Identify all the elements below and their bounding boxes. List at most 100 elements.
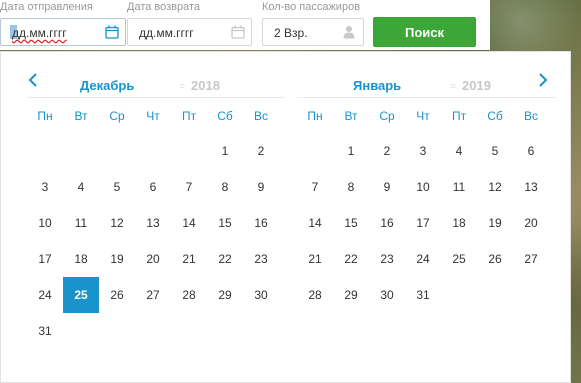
day-cell[interactable]: 27 xyxy=(513,241,549,277)
week-row: 10 11 12 13 14 15 16 xyxy=(27,205,285,241)
day-cell[interactable]: 31 xyxy=(405,277,441,313)
day-cell[interactable]: 14 xyxy=(297,205,333,241)
day-cell[interactable]: 15 xyxy=(207,205,243,241)
day-cell[interactable]: 2 xyxy=(243,133,279,169)
day-cell[interactable]: 21 xyxy=(297,241,333,277)
date-picker: Декабрь ○ 2018 Январь ○ 2019 Пн Вт Ср Чт Пт Сб В… xyxy=(0,51,571,383)
day-cell[interactable]: 23 xyxy=(243,241,279,277)
day-cell[interactable]: 20 xyxy=(135,241,171,277)
week-row: 7 8 9 10 11 12 13 xyxy=(297,169,555,205)
passengers-value: 2 Взр. xyxy=(274,26,308,40)
weekday-label: Пн xyxy=(37,109,53,123)
day-cell[interactable]: 22 xyxy=(207,241,243,277)
day-cell[interactable]: 4 xyxy=(441,133,477,169)
day-cell[interactable]: 9 xyxy=(243,169,279,205)
day-cell[interactable]: 10 xyxy=(405,169,441,205)
day-cell[interactable]: 12 xyxy=(99,205,135,241)
day-cell[interactable]: 4 xyxy=(63,169,99,205)
day-cell[interactable]: 29 xyxy=(333,277,369,313)
left-year: ○ 2018 xyxy=(179,78,220,93)
weekday-label: Вс xyxy=(523,109,538,123)
day-cell[interactable]: 3 xyxy=(27,169,63,205)
day-cell[interactable]: 17 xyxy=(27,241,63,277)
calendar-icon[interactable] xyxy=(105,25,119,39)
selected-day-cell[interactable]: 25 xyxy=(63,277,99,313)
day-cell[interactable]: 24 xyxy=(27,277,63,313)
weekday-label: Пт xyxy=(451,109,467,123)
day-cell[interactable]: 30 xyxy=(243,277,279,313)
search-bar: Дата отправления дд.мм.гггг Дата возврат… xyxy=(0,0,490,50)
day-cell[interactable]: 28 xyxy=(297,277,333,313)
left-month-grid: Пн Вт Ср Чт Пт Сб Вс 1 2 3 4 5 6 7 8 9 10 11 12 13 14 15 16 17 1… xyxy=(27,99,285,349)
calendar-icon[interactable] xyxy=(231,25,245,39)
departure-date-input[interactable]: дд.мм.гггг xyxy=(0,18,126,46)
day-cell[interactable]: 6 xyxy=(513,133,549,169)
day-cell[interactable]: 5 xyxy=(99,169,135,205)
day-cell[interactable]: 1 xyxy=(333,133,369,169)
weekday-label: Вт xyxy=(74,109,88,123)
day-cell[interactable]: 13 xyxy=(513,169,549,205)
day-cell[interactable]: 7 xyxy=(171,169,207,205)
day-cell[interactable]: 11 xyxy=(63,205,99,241)
day-cell[interactable]: 1 xyxy=(207,133,243,169)
day-cell[interactable]: 17 xyxy=(405,205,441,241)
day-cell[interactable]: 2 xyxy=(369,133,405,169)
day-cell[interactable]: 19 xyxy=(99,241,135,277)
empty-day-cell xyxy=(171,133,207,169)
chevron-left-icon[interactable] xyxy=(26,72,40,88)
day-cell[interactable]: 19 xyxy=(477,205,513,241)
weekday-label: Вт xyxy=(344,109,358,123)
left-month-title: Декабрь xyxy=(80,78,135,93)
weekday-label: Пн xyxy=(307,109,323,123)
day-cell[interactable]: 30 xyxy=(369,277,405,313)
day-cell[interactable]: 27 xyxy=(135,277,171,313)
empty-day-cell xyxy=(243,313,279,349)
day-cell[interactable]: 18 xyxy=(63,241,99,277)
day-cell[interactable]: 23 xyxy=(369,241,405,277)
day-cell[interactable]: 28 xyxy=(171,277,207,313)
day-cell[interactable]: 9 xyxy=(369,169,405,205)
day-cell[interactable]: 8 xyxy=(333,169,369,205)
weekday-label: Сб xyxy=(217,109,233,123)
right-year: ○ 2019 xyxy=(450,78,491,93)
empty-day-cell xyxy=(297,133,333,169)
week-row: 123456 xyxy=(297,133,555,169)
day-cell[interactable]: 3 xyxy=(405,133,441,169)
day-cell[interactable]: 26 xyxy=(99,277,135,313)
search-button[interactable]: Поиск xyxy=(373,17,476,47)
return-label: Дата возврата xyxy=(127,1,201,13)
year-ring-icon: ○ xyxy=(450,81,457,92)
day-cell[interactable]: 11 xyxy=(441,169,477,205)
day-cell[interactable]: 16 xyxy=(243,205,279,241)
day-cell[interactable]: 18 xyxy=(441,205,477,241)
day-cell[interactable]: 15 xyxy=(333,205,369,241)
day-cell[interactable]: 25 xyxy=(441,241,477,277)
week-row: 12 xyxy=(27,133,285,169)
weekday-label: Чт xyxy=(416,109,430,123)
day-cell[interactable]: 13 xyxy=(135,205,171,241)
weekday-label: Ср xyxy=(109,109,125,123)
day-cell[interactable]: 14 xyxy=(171,205,207,241)
day-cell[interactable]: 6 xyxy=(135,169,171,205)
day-cell[interactable]: 8 xyxy=(207,169,243,205)
passengers-select[interactable]: 2 Взр. xyxy=(262,18,364,46)
day-cell[interactable]: 22 xyxy=(333,241,369,277)
departure-label: Дата отправления xyxy=(0,1,93,13)
day-cell[interactable]: 31 xyxy=(27,313,63,349)
day-cell[interactable]: 10 xyxy=(27,205,63,241)
day-cell[interactable]: 26 xyxy=(477,241,513,277)
day-cell[interactable]: 24 xyxy=(405,241,441,277)
right-header-divider xyxy=(297,97,555,98)
week-row: 21 22 23 24 25 26 27 xyxy=(297,241,555,277)
day-cell[interactable]: 5 xyxy=(477,133,513,169)
chevron-right-icon[interactable] xyxy=(536,72,550,88)
day-cell[interactable]: 20 xyxy=(513,205,549,241)
day-cell[interactable]: 16 xyxy=(369,205,405,241)
return-date-input[interactable]: дд.мм.гггг xyxy=(127,18,252,46)
day-cell[interactable]: 29 xyxy=(207,277,243,313)
day-cell[interactable]: 12 xyxy=(477,169,513,205)
weekday-label: Чт xyxy=(146,109,160,123)
day-cell[interactable]: 7 xyxy=(297,169,333,205)
week-row: 14 15 16 17 18 19 20 xyxy=(297,205,555,241)
day-cell[interactable]: 21 xyxy=(171,241,207,277)
